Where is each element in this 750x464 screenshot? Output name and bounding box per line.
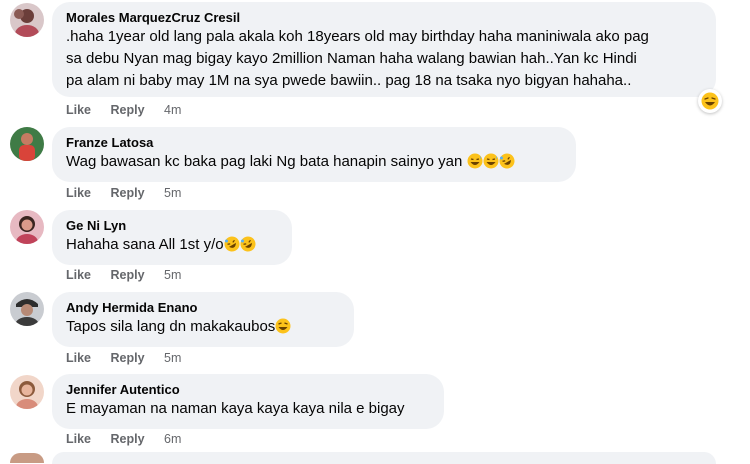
like-button[interactable]: Like [66,350,91,366]
reply-button[interactable]: Reply [111,102,145,118]
comment-text: .haha 1year old lang pala akala koh 18ye… [66,28,649,89]
comment-text: Wag bawasan kc baka pag laki Ng bata han… [66,151,562,176]
comment-timestamp[interactable]: 6m [164,431,181,447]
comment-bubble: Franze Latosa Wag bawasan kc baka pag la… [52,127,576,182]
comment-timestamp[interactable]: 5m [164,267,181,283]
comment-actions: Like Reply 5m [66,267,181,283]
comment-bubble: Ge Ni Lyn Hahaha sana All 1st y/o [52,210,292,265]
comment-timestamp[interactable]: 4m [164,102,181,118]
reply-button[interactable]: Reply [111,267,145,283]
comment-actions: Like Reply 5m [66,350,181,366]
like-button[interactable]: Like [66,267,91,283]
comment-bubble [52,452,716,464]
comment-bubble: Jennifer Autentico E mayaman na naman ka… [52,374,444,429]
rofl-icon [224,236,240,259]
comment-author[interactable]: Ge Ni Lyn [66,217,278,234]
reaction-badge[interactable] [698,89,722,113]
comment-bubble: Andy Hermida Enano Tapos sila lang dn ma… [52,292,354,347]
comment-author[interactable]: Morales MarquezCruz Cresil [66,9,702,26]
avatar[interactable] [10,375,44,409]
rofl-icon [499,153,515,176]
reply-button[interactable]: Reply [111,350,145,366]
reply-button[interactable]: Reply [111,185,145,201]
like-button[interactable]: Like [66,102,91,118]
comment-timestamp[interactable]: 5m [164,185,181,201]
comment-actions: Like Reply 6m [66,431,181,447]
comment-text: Tapos sila lang dn makakaubos [66,316,340,341]
reply-button[interactable]: Reply [111,431,145,447]
like-button[interactable]: Like [66,431,91,447]
avatar[interactable] [10,292,44,326]
laughing-face-icon [701,92,719,110]
comment-author[interactable]: Jennifer Autentico [66,381,430,398]
comment-text: E mayaman na naman kaya kaya kaya nila e… [66,400,405,417]
laughing-face-icon [275,318,291,341]
avatar[interactable] [10,127,44,161]
comment-timestamp[interactable]: 5m [164,350,181,366]
like-button[interactable]: Like [66,185,91,201]
grinning-sweat-icon [467,153,483,176]
avatar[interactable] [10,3,44,37]
comment-actions: Like Reply 5m [66,185,181,201]
comment-author[interactable]: Franze Latosa [66,134,562,151]
grinning-sweat-icon [483,153,499,176]
avatar[interactable] [10,453,44,463]
comment-author[interactable]: Andy Hermida Enano [66,299,340,316]
avatar[interactable] [10,210,44,244]
comment-actions: Like Reply 4m [66,102,181,118]
rofl-icon [240,236,256,259]
comment-bubble: Morales MarquezCruz Cresil .haha 1year o… [52,2,716,97]
comment-text: Hahaha sana All 1st y/o [66,234,278,259]
